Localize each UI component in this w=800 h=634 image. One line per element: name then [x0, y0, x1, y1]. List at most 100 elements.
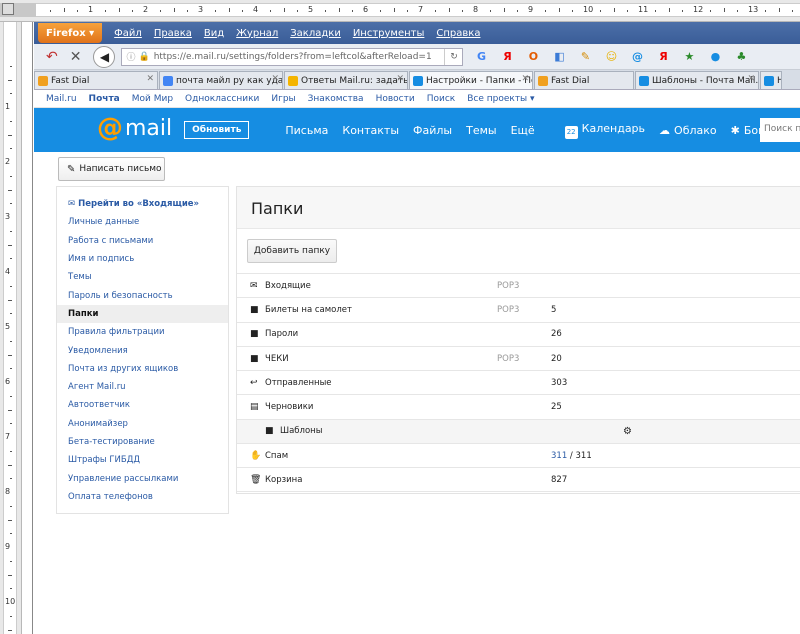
sidebar-item-password-security[interactable]: Пароль и безопасность	[57, 286, 228, 304]
unread-count-link[interactable]: 311	[551, 451, 567, 461]
firefox-menu-button[interactable]: Firefox ▾	[38, 23, 103, 43]
google-search-icon[interactable]: G	[473, 49, 489, 65]
folders-panel: Папки Добавить папку ✉ Входящие POP3 ■ Б…	[236, 186, 800, 494]
sidebar-item-beta-testing[interactable]: Бета-тестирование	[57, 433, 228, 451]
folder-row[interactable]: ↩ Отправленные 303	[237, 370, 800, 394]
sidebar-item-themes[interactable]: Темы	[57, 268, 228, 286]
browser-tab-active[interactable]: Настройки - Папки - Почт✕	[409, 71, 533, 89]
sidebar-item-traffic-fines[interactable]: Штрафы ГИБДД	[57, 451, 228, 469]
ruler-tick	[10, 395, 12, 397]
portal-link-games[interactable]: Игры	[271, 94, 295, 104]
smiley-icon[interactable]: ☺	[603, 49, 619, 65]
folder-row[interactable]: ✉ Входящие POP3	[237, 273, 800, 297]
close-icon[interactable]: ✕	[521, 74, 529, 84]
browser-tab[interactable]: Н	[760, 71, 782, 89]
spam-icon: ✋	[250, 450, 262, 461]
nav-more[interactable]: Ещё	[511, 124, 535, 137]
portal-link-search[interactable]: Поиск	[427, 94, 456, 104]
sidebar-item-goto-inbox[interactable]: ✉ Перейти во «Входящие»	[57, 195, 228, 213]
reload-icon[interactable]: ↻	[444, 48, 462, 65]
pencil-icon[interactable]: ✎	[577, 49, 593, 65]
sidebar-item-name-signature[interactable]: Имя и подпись	[57, 250, 228, 268]
ruler-tick	[10, 148, 12, 150]
folder-row[interactable]: ■ ЧЕКИ POP3 20	[237, 345, 800, 370]
portal-link-odnoklassniki[interactable]: Одноклассники	[185, 94, 259, 104]
sidebar-item-working-with-letters[interactable]: Работа с письмами	[57, 232, 228, 250]
tab-stop-selector[interactable]	[2, 3, 14, 15]
sidebar-item-personal-data[interactable]: Личные данные	[57, 213, 228, 231]
folder-row[interactable]: ■ Шаблоны ⚙	[237, 418, 800, 444]
nav-cloud[interactable]: ☁ Облако	[659, 124, 717, 137]
ruler-tick	[668, 8, 670, 12]
folder-row[interactable]: 🗑 Корзина 827	[237, 467, 800, 492]
folder-row[interactable]: ■ Билеты на самолет POP3 5	[237, 297, 800, 321]
sidebar-item-notifications[interactable]: Уведомления	[57, 341, 228, 359]
browser-tab[interactable]: Fast Dial ✕	[34, 71, 158, 89]
menu-view[interactable]: Вид	[204, 28, 224, 39]
menu-history[interactable]: Журнал	[236, 28, 278, 39]
portal-link-my-world[interactable]: Мой Мир	[132, 94, 173, 104]
sidebar-item-folders[interactable]: Папки	[57, 304, 228, 324]
gear-icon[interactable]: ⚙	[623, 426, 632, 437]
drop-icon[interactable]: ●	[707, 49, 723, 65]
portal-link-mailru[interactable]: Mail.ru	[46, 94, 77, 104]
browser-tab[interactable]: почта майл ру как удалить✕	[159, 71, 283, 89]
sidebar-item-other-mailboxes[interactable]: Почта из других ящиков	[57, 360, 228, 378]
yandex-bar-icon[interactable]: Я	[655, 49, 671, 65]
add-folder-button[interactable]: Добавить папку	[247, 239, 337, 263]
portal-link-dating[interactable]: Знакомства	[308, 94, 364, 104]
menu-bookmarks[interactable]: Закладки	[290, 28, 341, 39]
folder-row[interactable]: ✋ Спам 311 / 311	[237, 443, 800, 467]
opera-icon[interactable]: O	[525, 49, 541, 65]
menu-file[interactable]: Файл	[114, 28, 142, 39]
portal-link-mail[interactable]: Почта	[89, 94, 120, 104]
close-icon[interactable]: ✕	[271, 74, 279, 84]
mail-logo[interactable]: @ mail	[97, 113, 172, 143]
browser-tab[interactable]: Fast Dial	[534, 71, 634, 89]
close-icon[interactable]: ✕	[396, 74, 404, 84]
sidebar-item-anonymizer[interactable]: Анонимайзер	[57, 415, 228, 433]
portal-link-news[interactable]: Новости	[376, 94, 415, 104]
folder-count: 26	[551, 329, 562, 340]
nav-files[interactable]: Файлы	[413, 124, 452, 137]
ruler-number: 7	[5, 432, 11, 441]
menu-help[interactable]: Справка	[436, 28, 480, 39]
nav-calendar[interactable]: 22 Календарь	[564, 122, 645, 139]
sidebar-item-autoresponder[interactable]: Автоответчик	[57, 396, 228, 414]
folder-row[interactable]: ■ Пароли 26	[237, 321, 800, 346]
close-icon[interactable]: ✕	[146, 74, 154, 84]
nav-contacts[interactable]: Контакты	[342, 124, 399, 137]
folder-row[interactable]: ▤ Черновики 25	[237, 394, 800, 418]
sidebar-item-phone-payment[interactable]: Оплата телефонов	[57, 488, 228, 506]
update-button[interactable]: Обновить	[184, 121, 250, 139]
info-icon[interactable]: ⓘ	[126, 50, 135, 63]
mail-icon[interactable]: @	[629, 49, 645, 65]
menu-tools[interactable]: Инструменты	[353, 28, 425, 39]
close-icon[interactable]: ✕	[747, 74, 755, 84]
ruler-number: 9	[528, 5, 534, 14]
yandex-icon[interactable]: Я	[499, 49, 515, 65]
translate-icon[interactable]: ◧	[551, 49, 567, 65]
tree-icon[interactable]: ♣	[733, 49, 749, 65]
browser-tab[interactable]: Ответы Mail.ru: задать в ✕	[284, 71, 408, 89]
sidebar-item-subscriptions[interactable]: Управление рассылками	[57, 469, 228, 487]
folder-pop3: POP3	[497, 304, 520, 315]
stop-icon[interactable]: ✕	[70, 49, 82, 65]
star-icon[interactable]: ★	[681, 49, 697, 65]
ruler-number: 6	[5, 377, 11, 386]
sidebar-item-filter-rules[interactable]: Правила фильтрации	[57, 323, 228, 341]
compose-button[interactable]: ✎ Написать письмо	[58, 157, 165, 181]
back-button[interactable]: ◀	[93, 45, 116, 68]
ruler-tick	[352, 10, 354, 12]
ruler-number: 2	[143, 5, 149, 14]
address-bar[interactable]: ⓘ 🔒 https://e.mail.ru/settings/folders?f…	[121, 47, 464, 66]
nav-themes[interactable]: Темы	[466, 124, 496, 137]
search-input[interactable]: Поиск п	[760, 118, 800, 142]
menu-edit[interactable]: Правка	[154, 28, 192, 39]
ruler-tick	[214, 10, 216, 12]
undo-icon[interactable]: ↶	[46, 49, 58, 65]
browser-tab[interactable]: Шаблоны - Почта Mail.ru ✕	[635, 71, 759, 89]
nav-letters[interactable]: Письма	[285, 124, 328, 137]
portal-link-all-projects[interactable]: Все проекты ▾	[467, 94, 534, 104]
sidebar-item-agent[interactable]: Агент Mail.ru	[57, 378, 228, 396]
